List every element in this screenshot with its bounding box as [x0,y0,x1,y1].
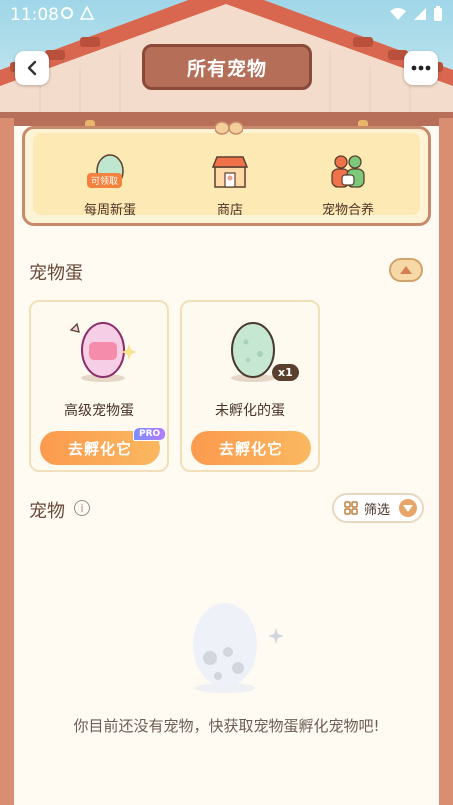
collapse-eggs-button[interactable] [389,258,423,282]
settings-status-icon [61,7,73,19]
co-raise-icon [331,155,365,188]
shelf-item-weekly-egg[interactable]: 可领取 每周新蛋 [65,153,155,218]
filter-label: 筛选 [364,502,391,518]
egg-card-unhatched[interactable]: x1 未孵化的蛋 去孵化它 [180,300,320,472]
page-title: 所有宠物 [142,44,312,90]
info-icon[interactable]: i [74,500,90,516]
filter-chevron [399,499,417,517]
chevron-up-icon [400,266,412,274]
signal-icon [414,8,426,20]
status-right-icons [389,6,443,22]
egg-card-name: 高级宠物蛋 [64,403,134,419]
eggs-section-title: 宠物蛋 [29,263,83,284]
egg-count-badge: x1 [272,364,299,381]
more-dots-icon [411,65,431,71]
quick-actions-shelf: 可领取 每周新蛋 商店 宠物合养 [22,121,431,226]
empty-pets-message: 你目前还没有宠物，快获取宠物蛋孵化宠物吧! [73,717,380,735]
claimable-badge: 可领取 [87,173,123,188]
wifi-icon [390,8,406,20]
filter-button[interactable]: 筛选 [332,493,424,523]
status-left-icons [60,6,94,20]
status-bar: 11:08 [0,0,453,28]
pro-badge: PRO [133,427,167,441]
premium-egg-icon [69,322,137,382]
shelf-bow-icon [215,121,243,135]
battery-icon [434,6,442,21]
back-button[interactable] [15,51,49,85]
shelf-item-label: 商店 [216,203,243,218]
shelf-item-shop[interactable]: 商店 [185,153,275,218]
shop-icon [211,156,249,188]
chevron-left-icon [27,60,37,76]
egg-card-premium[interactable]: 高级宠物蛋 去孵化它 PRO [29,300,169,472]
chevron-down-icon [403,504,413,512]
grid-icon [344,501,358,515]
status-time: 11:08 [10,5,59,25]
pets-section-title: 宠物 [29,501,65,522]
hatch-button[interactable]: 去孵化它 [191,431,311,465]
more-button[interactable] [404,51,438,85]
shelf-item-label: 宠物合养 [321,203,374,218]
egg-card-name: 未孵化的蛋 [215,403,285,419]
shelf-item-label: 每周新蛋 [83,203,136,218]
shelf-item-co-raise[interactable]: 宠物合养 [303,153,393,218]
left-frame [0,118,14,805]
empty-egg-illustration [193,603,284,693]
alert-status-icon [80,6,94,20]
right-frame [439,118,453,805]
